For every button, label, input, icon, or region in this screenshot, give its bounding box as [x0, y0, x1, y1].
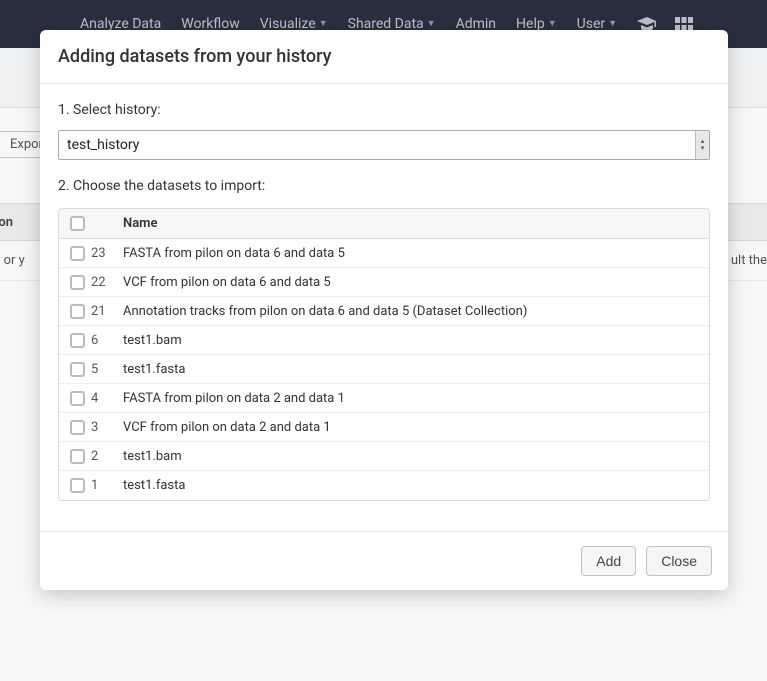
modal-body: 1. Select history: test_history ▴▾ 2. Ch… [40, 84, 728, 531]
table-row[interactable]: 6test1.bam [59, 326, 709, 355]
table-row[interactable]: 2test1.bam [59, 442, 709, 471]
step1-label: 1. Select history: [58, 102, 710, 118]
row-name: test1.fasta [123, 362, 705, 377]
row-id: 23 [91, 246, 123, 261]
table-row[interactable]: 4FASTA from pilon on data 2 and data 1 [59, 384, 709, 413]
row-id: 4 [91, 391, 123, 406]
row-checkbox[interactable] [70, 246, 85, 261]
row-name: Annotation tracks from pilon on data 6 a… [123, 304, 705, 319]
table-row[interactable]: 3VCF from pilon on data 2 and data 1 [59, 413, 709, 442]
row-name: test1.fasta [123, 478, 705, 493]
table-row[interactable]: 5test1.fasta [59, 355, 709, 384]
history-select[interactable]: test_history ▴▾ [58, 130, 710, 160]
row-checkbox[interactable] [70, 275, 85, 290]
row-name: FASTA from pilon on data 6 and data 5 [123, 246, 705, 261]
row-id: 6 [91, 333, 123, 348]
name-column-header: Name [123, 216, 705, 231]
row-id: 22 [91, 275, 123, 290]
modal-title: Adding datasets from your history [40, 30, 728, 84]
row-checkbox[interactable] [70, 420, 85, 435]
close-button[interactable]: Close [646, 546, 712, 576]
row-name: VCF from pilon on data 6 and data 5 [123, 275, 705, 290]
row-name: test1.bam [123, 333, 705, 348]
dataset-table-header: Name [59, 209, 709, 239]
row-id: 2 [91, 449, 123, 464]
add-datasets-modal: Adding datasets from your history 1. Sel… [40, 30, 728, 590]
row-id: 21 [91, 304, 123, 319]
step2-label: 2. Choose the datasets to import: [58, 178, 710, 194]
row-checkbox[interactable] [70, 449, 85, 464]
select-all-checkbox[interactable] [70, 216, 85, 231]
history-select-value: test_history [67, 137, 139, 153]
table-row[interactable]: 21Annotation tracks from pilon on data 6… [59, 297, 709, 326]
row-name: VCF from pilon on data 2 and data 1 [123, 420, 705, 435]
dataset-table: Name 23FASTA from pilon on data 6 and da… [58, 208, 710, 501]
row-checkbox[interactable] [70, 333, 85, 348]
row-name: FASTA from pilon on data 2 and data 1 [123, 391, 705, 406]
row-id: 1 [91, 478, 123, 493]
row-checkbox[interactable] [70, 478, 85, 493]
row-checkbox[interactable] [70, 304, 85, 319]
modal-footer: Add Close [40, 531, 728, 590]
add-button[interactable]: Add [581, 546, 636, 576]
select-handle-icon[interactable]: ▴▾ [695, 131, 709, 159]
table-row[interactable]: 23FASTA from pilon on data 6 and data 5 [59, 239, 709, 268]
row-id: 5 [91, 362, 123, 377]
row-checkbox[interactable] [70, 362, 85, 377]
row-name: test1.bam [123, 449, 705, 464]
table-row[interactable]: 1test1.fasta [59, 471, 709, 500]
row-checkbox[interactable] [70, 391, 85, 406]
row-id: 3 [91, 420, 123, 435]
table-row[interactable]: 22VCF from pilon on data 6 and data 5 [59, 268, 709, 297]
